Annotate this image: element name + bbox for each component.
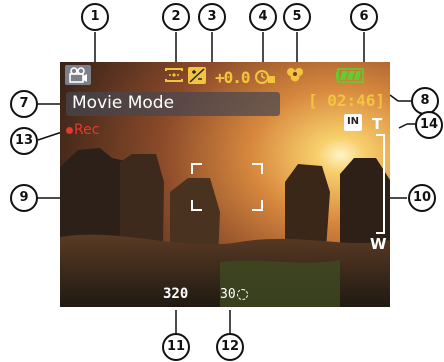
self-timer-icon — [254, 67, 276, 85]
callout-9: 9 — [10, 184, 38, 212]
callout-13: 13 — [10, 127, 38, 155]
camera-lcd-screen: +0.0 Movie Mode [ 02:46] IN Rec T W 320 … — [60, 62, 390, 307]
exposure-icon — [188, 67, 206, 84]
callout-6: 6 — [350, 3, 378, 31]
metering-icon — [164, 67, 184, 83]
internal-memory-icon: IN — [344, 114, 362, 131]
exposure-value: +0.0 — [215, 68, 251, 87]
callout-5: 5 — [283, 3, 311, 31]
battery-icon — [336, 68, 366, 83]
callout-14: 14 — [415, 111, 443, 139]
callout-2: 2 — [162, 3, 190, 31]
mode-label-box: Movie Mode — [66, 92, 280, 116]
zoom-tele-label: T — [372, 115, 383, 133]
rec-indicator: Rec — [66, 122, 99, 138]
callout-1: 1 — [81, 3, 109, 31]
callout-11: 11 — [162, 333, 190, 361]
resolution-value: 320 — [163, 286, 189, 302]
rec-dot-icon — [66, 126, 73, 134]
callout-12: 12 — [216, 333, 244, 361]
zoom-bar-icon — [376, 134, 385, 234]
fps-dial-icon — [236, 289, 248, 300]
movie-camera-icon — [65, 65, 91, 85]
callout-10: 10 — [408, 184, 436, 212]
mode-label: Movie Mode — [72, 93, 175, 113]
focus-frame-icon — [191, 163, 263, 211]
callout-4: 4 — [249, 3, 277, 31]
framerate-indicator: 30 — [220, 287, 248, 302]
framerate-value: 30 — [220, 287, 236, 302]
recording-time: [ 02:46] — [308, 91, 386, 110]
callout-3: 3 — [198, 3, 226, 31]
macro-flower-icon — [285, 66, 305, 84]
rec-label: Rec — [74, 122, 100, 138]
memory-label: IN — [346, 116, 360, 127]
callout-7: 7 — [10, 90, 38, 118]
zoom-wide-label: W — [370, 235, 387, 253]
